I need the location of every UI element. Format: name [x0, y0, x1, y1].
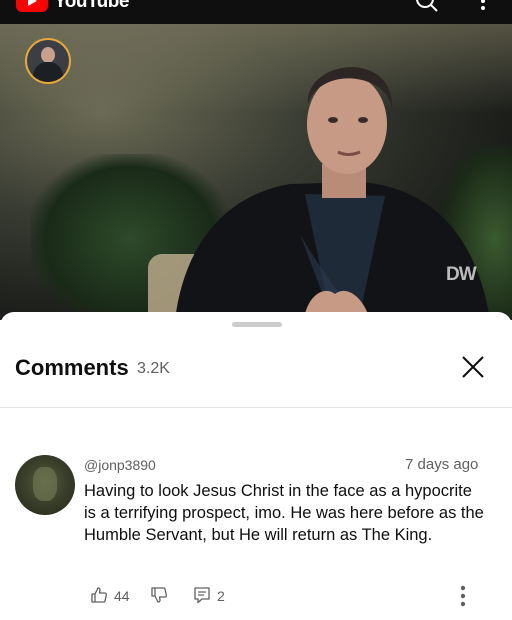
search-icon[interactable]	[414, 0, 440, 14]
more-vert-icon[interactable]	[478, 0, 488, 12]
comments-title: Comments	[15, 355, 129, 380]
comment-timestamp: 7 days ago	[405, 456, 479, 473]
video-speaker	[175, 67, 490, 320]
channel-avatar[interactable]	[25, 38, 71, 84]
drag-handle[interactable]	[232, 322, 282, 327]
more-vert-icon[interactable]	[455, 584, 471, 608]
video-player[interactable]: DW	[0, 24, 512, 320]
thumbs-up-icon[interactable]	[90, 586, 108, 604]
comments-sheet: Comments 3.2K @jonp3890 7 days ago Havin…	[0, 312, 512, 620]
reply-icon[interactable]	[193, 586, 211, 604]
comments-count: 3.2K	[137, 360, 170, 377]
youtube-logo-icon[interactable]	[16, 0, 48, 12]
like-count: 44	[114, 588, 130, 604]
app-name: YouTube	[54, 0, 129, 12]
reply-count: 2	[217, 588, 225, 604]
close-icon[interactable]	[460, 354, 486, 380]
comment-author[interactable]: @jonp3890	[84, 457, 156, 473]
header-divider	[0, 407, 512, 408]
avatar[interactable]	[15, 455, 75, 515]
thumbs-down-icon[interactable]	[150, 586, 168, 604]
comment-text: Having to look Jesus Christ in the face …	[84, 482, 484, 544]
top-app-bar: YouTube	[0, 0, 512, 24]
channel-watermark: DW	[446, 264, 477, 285]
